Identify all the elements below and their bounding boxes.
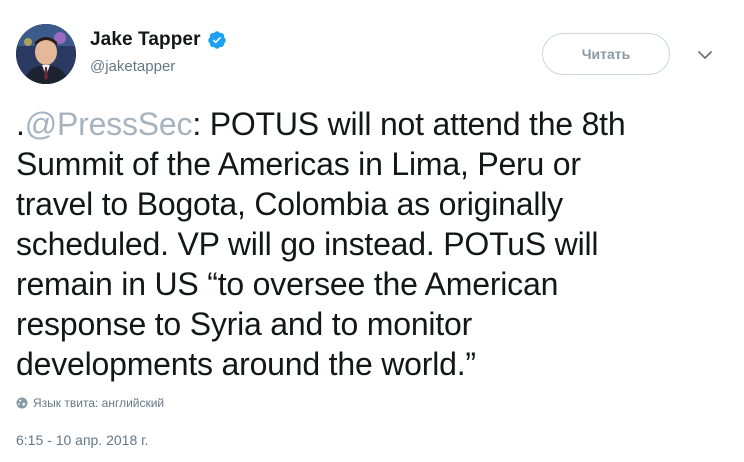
tweet-language-note: Язык твита: английский: [16, 396, 164, 410]
author-display-name[interactable]: Jake Tapper: [90, 29, 201, 51]
avatar[interactable]: [16, 24, 76, 84]
fullname-row: Jake Tapper: [90, 28, 227, 52]
tweet-timestamp[interactable]: 6:15 - 10 апр. 2018 г.: [16, 432, 148, 448]
avatar-image: [16, 24, 76, 84]
tweet-line-1: .@PressSec: POTUS will not attend the 8t…: [16, 104, 656, 144]
verified-badge-icon: [207, 30, 227, 50]
globe-icon: [16, 397, 28, 409]
tweet-line-3: travel to Bogota, Colombia as originally: [16, 186, 563, 222]
tweet-line-1-text: : POTUS will not attend the 8th: [192, 106, 626, 142]
tweet-prefix: .: [16, 106, 25, 142]
language-note-text: Язык твита: английский: [33, 396, 165, 410]
tweet-line-5: remain in US “to oversee the American: [16, 266, 559, 302]
follow-button[interactable]: Читать: [542, 33, 670, 75]
chevron-down-icon[interactable]: [697, 48, 713, 60]
tweet-text: .@PressSec: POTUS will not attend the 8t…: [16, 104, 656, 384]
author-block: Jake Tapper @jaketapper: [90, 28, 227, 75]
tweet-line-7: developments around the world.”: [16, 346, 476, 382]
tweet-line-6: response to Syria and to monitor: [16, 306, 473, 342]
tweet-line-2: Summit of the Americas in Lima, Peru or: [16, 146, 581, 182]
mention-link[interactable]: @PressSec: [25, 106, 193, 142]
tweet-line-4: scheduled. VP will go instead. POTuS wil…: [16, 226, 599, 262]
tweet-card: Jake Tapper @jaketapper Читать .@PressSe…: [0, 0, 744, 462]
author-username[interactable]: @jaketapper: [90, 58, 227, 75]
